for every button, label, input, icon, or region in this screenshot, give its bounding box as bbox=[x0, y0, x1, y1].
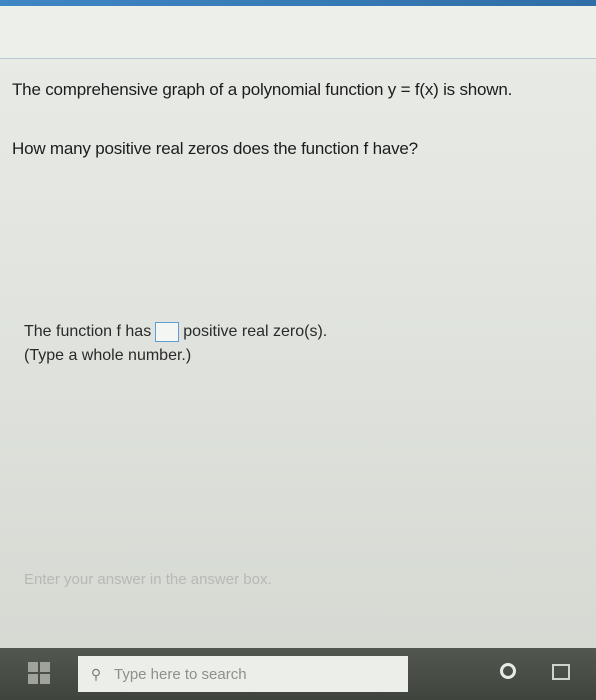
screen: The comprehensive graph of a polynomial … bbox=[0, 0, 596, 700]
windows-icon[interactable] bbox=[28, 662, 50, 684]
taskbar-search-input[interactable]: Type here to search bbox=[114, 666, 247, 683]
cortana-icon[interactable] bbox=[500, 663, 516, 679]
task-view-icon[interactable] bbox=[552, 664, 570, 680]
taskbar-search-box[interactable]: ⚲ Type here to search bbox=[78, 656, 408, 692]
answer-suffix: positive real zero(s). bbox=[183, 323, 328, 340]
enter-answer-hint: Enter your answer in the answer box. bbox=[24, 571, 272, 588]
answer-hint: (Type a whole number.) bbox=[24, 347, 192, 364]
question-text: The comprehensive graph of a polynomial … bbox=[12, 80, 513, 99]
answer-input[interactable] bbox=[155, 322, 180, 342]
search-icon: ⚲ bbox=[90, 665, 102, 682]
answer-prefix: The function f has bbox=[24, 323, 152, 340]
answer-line: The function f has positive real zero(s)… bbox=[24, 322, 327, 342]
question-prompt: How many positive real zeros does the fu… bbox=[12, 139, 418, 158]
header-band bbox=[0, 6, 596, 59]
taskbar: ⚲ Type here to search bbox=[0, 648, 596, 700]
